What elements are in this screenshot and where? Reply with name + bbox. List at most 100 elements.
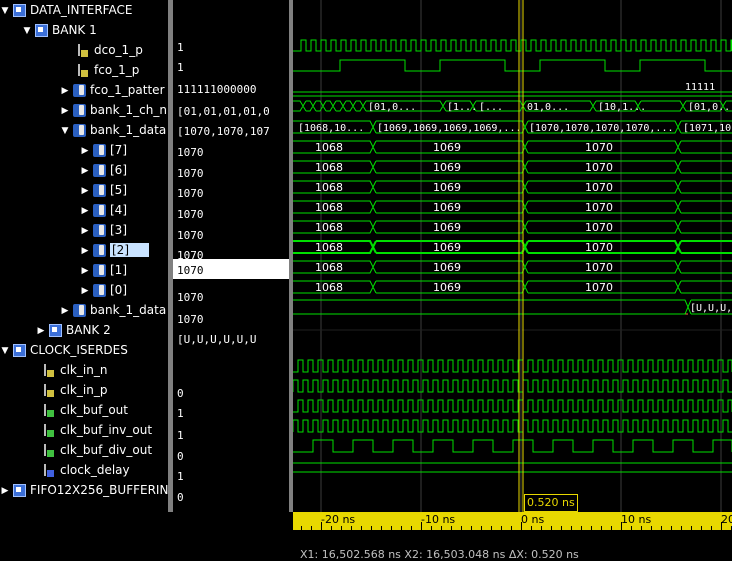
signal-value: [01,01,01,01,0	[177, 105, 270, 118]
collapse-arrow-icon[interactable]: ▼	[0, 341, 10, 361]
group-icon	[49, 324, 62, 337]
ruler-tick	[491, 526, 492, 530]
bus-waveform	[293, 260, 732, 274]
expand-arrow-icon[interactable]: ▶	[80, 281, 90, 301]
tree-item[interactable]: ▶ [4]	[80, 200, 127, 220]
bus-value-label: [...	[479, 102, 503, 113]
ruler-tick	[461, 526, 462, 530]
tree-item-label: [6]	[110, 163, 127, 177]
waveform-canvas[interactable]: 11111 [01,0... [1... [... 01,0... [10,1... [01…	[293, 0, 732, 512]
tree-item[interactable]: ▶ [1]	[80, 260, 127, 280]
signal-value: 0	[177, 387, 184, 400]
ruler-tick	[471, 526, 472, 530]
waveform-panel[interactable]: 11111 [01,0... [1... [... 01,0... [10,1... [01…	[293, 0, 732, 512]
signal-value: 0	[177, 450, 184, 463]
ruler-tick	[361, 526, 362, 530]
bus-value-label: 1068	[315, 181, 343, 194]
ruler-tick	[431, 526, 432, 530]
expand-arrow-icon[interactable]: ▶	[80, 261, 90, 281]
bus-value-label: 1069	[433, 261, 461, 274]
tree-item[interactable]: ▶ [6]	[80, 160, 127, 180]
tree-item[interactable]: ▶ [7]	[80, 140, 127, 160]
tree-item-label: [0]	[110, 283, 127, 297]
tree-item[interactable]: ▶ bank_1_data	[60, 300, 166, 320]
bus-value-label: [01,0...	[368, 102, 416, 113]
tree-item[interactable]: clk_buf_out	[30, 400, 128, 420]
signal-value: 0	[177, 491, 184, 504]
tree-item[interactable]: clk_buf_inv_out	[30, 420, 152, 440]
tree-item[interactable]: clk_in_n	[30, 360, 107, 380]
tree-item[interactable]: ▶ FIFO12X256_BUFFERIN	[0, 480, 168, 500]
time-ruler[interactable]: -20 ns -10 ns 0 ns 10 ns 20	[293, 512, 732, 530]
tree-item[interactable]: ▼ BANK 1	[22, 20, 97, 40]
expand-arrow-icon[interactable]: ▶	[0, 481, 10, 501]
clock-waveform	[293, 419, 732, 433]
ruler-tick	[701, 526, 702, 530]
tree-item[interactable]: ▶ BANK 2	[36, 320, 111, 340]
bus-value-label: 11111	[685, 82, 715, 93]
expand-arrow-icon[interactable]: ▶	[80, 221, 90, 241]
tree-item-label: bank_1_data	[90, 303, 167, 317]
bus-value-label: 1069	[433, 161, 461, 174]
ruler-tick	[621, 522, 622, 530]
tree-item[interactable]: ▶ [2]	[80, 240, 149, 260]
expand-arrow-icon[interactable]: ▶	[80, 141, 90, 161]
tree-item[interactable]: ▶ bank_1_ch_n	[60, 100, 167, 120]
expand-arrow-icon[interactable]: ▶	[80, 241, 90, 261]
signal-icon	[43, 404, 56, 417]
collapse-arrow-icon[interactable]: ▼	[60, 121, 70, 141]
signal-value: 1	[177, 429, 184, 442]
ruler-tick	[601, 526, 602, 530]
tree-item-label: fco_1_patter	[90, 83, 165, 97]
bus-value-label: 1070	[585, 221, 613, 234]
signal-icon	[77, 44, 90, 57]
tree-item[interactable]: ▶ fco_1_patter	[60, 80, 165, 100]
signal-tree-panel[interactable]: ▼ DATA_INTERFACE ▼ BANK 1 dco_1_p fco_1_p ▶ fco…	[0, 0, 168, 512]
tree-item[interactable]: dco_1_p	[64, 40, 143, 60]
ruler-tick	[521, 522, 522, 530]
signal-value: [1070,1070,107	[177, 125, 270, 138]
tree-item[interactable]: ▶ [0]	[80, 280, 127, 300]
collapse-arrow-icon[interactable]: ▼	[0, 1, 10, 21]
ruler-tick	[481, 526, 482, 530]
bus-value-label: 1069	[433, 181, 461, 194]
ruler-tick	[401, 526, 402, 530]
bus-icon	[73, 104, 86, 117]
signal-value: 1070	[177, 249, 204, 262]
bus-icon	[93, 264, 106, 277]
expand-arrow-icon[interactable]: ▶	[36, 321, 46, 341]
tree-item[interactable]: ▶ [3]	[80, 220, 127, 240]
expand-arrow-icon[interactable]: ▶	[80, 181, 90, 201]
bus-value-label: 1068	[315, 201, 343, 214]
bus-waveform	[293, 200, 732, 214]
signal-value: 1070	[177, 187, 204, 200]
expand-arrow-icon[interactable]: ▶	[80, 201, 90, 221]
expand-arrow-icon[interactable]: ▶	[60, 301, 70, 321]
bus-value-label: [1...	[447, 102, 477, 113]
expand-arrow-icon[interactable]: ▶	[60, 101, 70, 121]
collapse-arrow-icon[interactable]: ▼	[22, 21, 32, 41]
signal-value: 1	[177, 470, 184, 483]
ruler-tick	[561, 526, 562, 530]
ruler-tick	[551, 526, 552, 530]
tree-item[interactable]: clock_delay	[30, 460, 130, 480]
clock-waveform	[293, 359, 732, 373]
tree-item[interactable]: ▼ CLOCK_ISERDES	[0, 340, 128, 360]
bus-icon	[93, 204, 106, 217]
tree-item[interactable]: ▼ DATA_INTERFACE	[0, 0, 132, 20]
tree-item[interactable]: clk_buf_div_out	[30, 440, 152, 460]
tree-item[interactable]: ▶ [5]	[80, 180, 127, 200]
bus-icon	[93, 224, 106, 237]
ruler-tick	[311, 526, 312, 530]
cursor-time-label: 0.520 ns	[524, 494, 578, 512]
bus-waveform	[293, 280, 732, 294]
expand-arrow-icon[interactable]: ▶	[60, 81, 70, 101]
tree-item[interactable]: ▼ bank_1_data	[60, 120, 166, 140]
tree-item[interactable]: fco_1_p	[64, 60, 139, 80]
bus-value-label: 01,0...	[527, 102, 569, 113]
tree-item-label: clk_buf_div_out	[60, 443, 153, 457]
expand-arrow-icon[interactable]: ▶	[80, 161, 90, 181]
bus-waveform	[293, 180, 732, 194]
tree-item[interactable]: clk_in_p	[30, 380, 107, 400]
ruler-tick	[351, 526, 352, 530]
